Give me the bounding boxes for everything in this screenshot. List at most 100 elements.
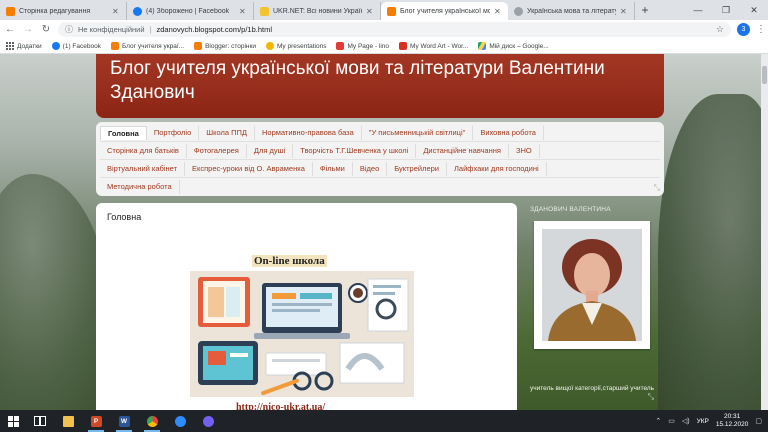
presentation-icon: [265, 42, 274, 50]
browser-tab-active[interactable]: Блог учителя української мов ✕: [381, 2, 508, 20]
maximize-icon[interactable]: ❐: [712, 0, 740, 20]
clock[interactable]: 20:31 15.12.2020: [716, 413, 749, 429]
nav-tab[interactable]: Творчість Т.Г.Шевченка у школі: [293, 143, 417, 158]
bookmark-label: My Word Art - Wor...: [410, 42, 469, 50]
sidebar-description: учитель вищої категорії,старший учитель: [530, 385, 655, 392]
bookmark-label: Blogger: сторінки: [205, 42, 256, 50]
new-tab-button[interactable]: +: [635, 2, 655, 20]
volume-icon[interactable]: ◁): [682, 417, 690, 425]
nav-tab[interactable]: Фільми: [313, 161, 353, 176]
close-icon[interactable]: ✕: [494, 7, 502, 16]
browser-tab[interactable]: Сторінка редагування ✕: [0, 2, 127, 20]
close-icon[interactable]: ✕: [239, 7, 247, 16]
tab-title: Блог учителя української мов: [400, 7, 490, 15]
blogger-icon: [194, 42, 203, 50]
background-landscape: [658, 94, 768, 410]
forward-icon[interactable]: →: [22, 24, 34, 35]
system-tray: ⌃ ▭ ◁) УКР 20:31 15.12.2020 ▢: [655, 413, 768, 429]
file-explorer-icon[interactable]: [54, 410, 82, 432]
notifications-icon[interactable]: ▢: [755, 417, 762, 425]
zoom-icon[interactable]: [166, 410, 194, 432]
tab-strip: Сторінка редагування ✕ (4) Зборожено | F…: [0, 0, 768, 20]
language-indicator[interactable]: УКР: [697, 418, 709, 425]
nav-tab[interactable]: Буктрейлери: [387, 161, 447, 176]
globe-icon: [514, 6, 523, 16]
blog-header: Блог учителя української мови та літерат…: [96, 54, 664, 118]
back-icon[interactable]: ←: [4, 24, 16, 35]
profile-avatar[interactable]: 3: [737, 23, 750, 36]
nav-tab[interactable]: Відео: [353, 161, 388, 176]
chevron-up-icon[interactable]: ⌃: [655, 417, 661, 425]
url-text[interactable]: zdanovych.blogspot.com/p/1b.html: [157, 25, 272, 34]
task-view-icon[interactable]: [26, 410, 54, 432]
nav-tab[interactable]: Для душі: [247, 143, 294, 158]
minimize-icon[interactable]: —: [684, 0, 712, 20]
nav-tab[interactable]: Дистанційне навчання: [416, 143, 509, 158]
resize-handle-icon: ⤡: [653, 183, 660, 192]
bookmark-item[interactable]: Blogger: сторінки: [194, 42, 256, 50]
nav-tab[interactable]: Школа ППД: [199, 125, 255, 140]
bookmarks-bar: Додатки (1) Facebook Блог учителя украї.…: [0, 39, 768, 54]
web-page: Блог учителя української мови та літерат…: [0, 54, 768, 410]
nav-tab[interactable]: Експрес-уроки від О. Авраменка: [185, 161, 313, 176]
profile-photo[interactable]: [534, 221, 650, 349]
nav-tab[interactable]: Лайфхаки для господині: [447, 161, 547, 176]
nav-tab[interactable]: Фотогалерея: [187, 143, 247, 158]
address-bar[interactable]: ⓘ Не конфіденційний | zdanovych.blogspot…: [58, 22, 731, 37]
clock-date: 15.12.2020: [715, 421, 749, 428]
windows-start-icon[interactable]: [0, 410, 26, 432]
address-separator: |: [149, 25, 152, 34]
nav-tab[interactable]: Нормативно-правова база: [255, 125, 362, 140]
resize-handle-icon: ⤡: [647, 392, 654, 401]
page-scrollbar[interactable]: [761, 54, 768, 410]
window-controls: — ❐ ✕: [684, 0, 768, 20]
bookmark-item[interactable]: Мій диск – Google...: [478, 42, 549, 50]
browser-tab[interactable]: (4) Зборожено | Facebook ✕: [127, 2, 254, 20]
pages-nav: Головна Портфоліо Школа ППД Нормативно-п…: [96, 122, 664, 196]
star-icon[interactable]: ☆: [716, 24, 724, 35]
bookmark-item[interactable]: My presentations: [265, 42, 327, 50]
browser-tab[interactable]: UKR.NET: Всі новини України ✕: [254, 2, 381, 20]
nav-tab[interactable]: Виховна робота: [473, 125, 544, 140]
blog-title[interactable]: Блог учителя української мови та літерат…: [110, 57, 650, 105]
close-window-icon[interactable]: ✕: [740, 0, 768, 20]
nav-tab[interactable]: Віртуальний кабінет: [100, 161, 185, 176]
nav-row: Головна Портфоліо Школа ППД Нормативно-п…: [100, 124, 660, 142]
tab-title: (4) Зборожено | Facebook: [146, 7, 230, 15]
bookmark-item[interactable]: Блог учителя украї...: [110, 42, 185, 50]
desk-illustration-icon: [190, 271, 414, 397]
bookmark-label: Блог учителя украї...: [121, 42, 185, 50]
nav-tab[interactable]: Портфоліо: [147, 125, 200, 140]
nav-tab[interactable]: "У письменницькій світлиці": [362, 125, 474, 140]
bookmark-apps[interactable]: Додатки: [6, 42, 42, 50]
close-icon[interactable]: ✕: [620, 7, 628, 16]
close-icon[interactable]: ✕: [112, 7, 120, 16]
network-icon[interactable]: ▭: [668, 417, 675, 425]
word-icon[interactable]: W: [110, 410, 138, 432]
post-link[interactable]: http://nico-ukr.at.ua/: [236, 402, 325, 410]
background-landscape: [0, 174, 110, 410]
tab-title: UKR.NET: Всі новини України: [273, 7, 362, 15]
online-school-heading: On-line школа: [252, 255, 327, 267]
reload-icon[interactable]: ↻: [40, 24, 52, 35]
nav-tab[interactable]: Сторінка для батьків: [100, 143, 187, 158]
chrome-icon[interactable]: [138, 410, 166, 432]
nav-tab[interactable]: ЗНО: [509, 143, 540, 158]
browser-tab[interactable]: Українська мова та література ✕: [508, 2, 635, 20]
nav-row: Віртуальний кабінет Експрес-уроки від О.…: [100, 160, 660, 178]
nav-tab-home[interactable]: Головна: [100, 125, 147, 140]
bookmark-item[interactable]: (1) Facebook: [51, 42, 101, 50]
bookmark-label: My presentations: [276, 42, 327, 50]
windows-taskbar: P W ⌃ ▭ ◁) УКР 20:31 15.12.2020 ▢: [0, 410, 768, 432]
tab-title: Сторінка редагування: [19, 7, 91, 15]
close-icon[interactable]: ✕: [366, 7, 374, 16]
powerpoint-icon[interactable]: P: [82, 410, 110, 432]
sidebar-heading: ЗДАНОВИЧ ВАЛЕНТИНА: [530, 206, 611, 213]
online-school-illustration[interactable]: [190, 271, 414, 397]
bookmark-item[interactable]: My Page - lino: [336, 42, 389, 50]
info-warning-icon[interactable]: ⓘ: [65, 24, 73, 35]
viber-icon[interactable]: [194, 410, 222, 432]
bookmark-item[interactable]: My Word Art - Wor...: [399, 42, 468, 50]
nav-tab[interactable]: Методична робота: [100, 180, 180, 194]
menu-kebab-icon[interactable]: ⋮: [756, 24, 766, 35]
